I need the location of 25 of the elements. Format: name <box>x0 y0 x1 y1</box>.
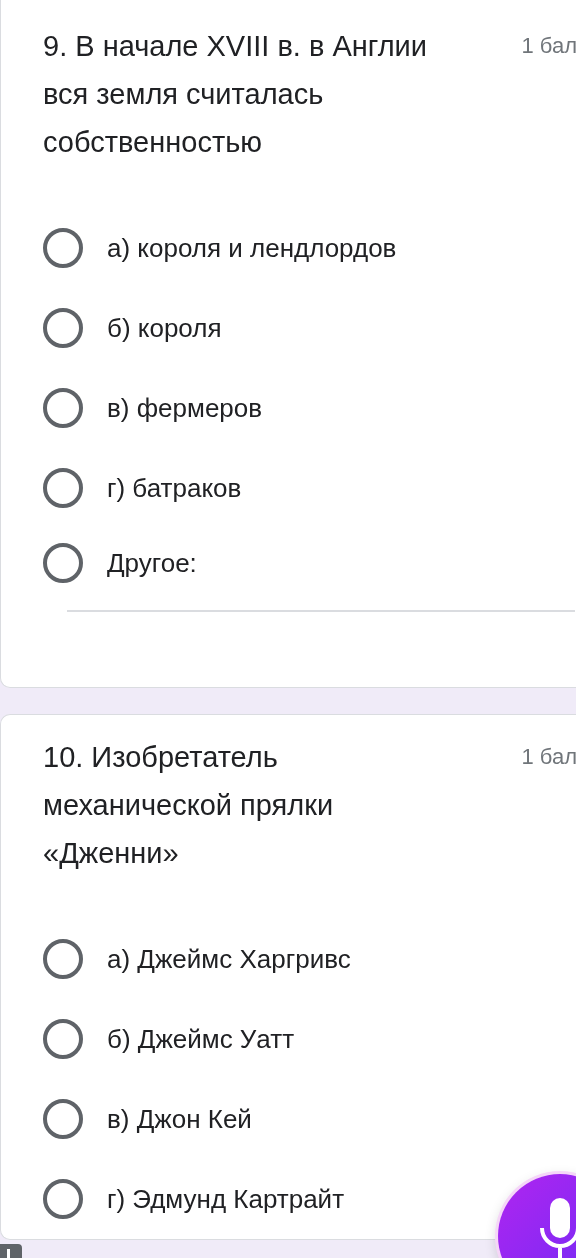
radio-button[interactable] <box>43 1019 83 1059</box>
question-title: 10. Изобретатель механической прялки «Дженни» <box>43 740 335 871</box>
radio-button[interactable] <box>43 543 83 583</box>
question-title: 9. В начале XVIII в. в Англии вся земля считалась собственностью <box>43 29 428 160</box>
radio-button[interactable] <box>43 388 83 428</box>
option-label: Другое: <box>107 546 197 580</box>
radio-button[interactable] <box>43 1179 83 1219</box>
points-label: 1 бал <box>521 32 576 60</box>
radio-button[interactable] <box>43 228 83 268</box>
option-label: г) Эдмунд Картрайт <box>107 1182 345 1216</box>
option-label: в) фермеров <box>107 391 263 425</box>
microphone-icon <box>538 1198 576 1258</box>
other-answer-field[interactable] <box>67 608 575 612</box>
option-label: г) батраков <box>107 471 242 505</box>
tab-icon <box>0 1242 24 1258</box>
option-label: а) короля и лендлордов <box>107 231 397 265</box>
option-label: б) Джеймс Уатт <box>107 1022 295 1056</box>
radio-button[interactable] <box>43 468 83 508</box>
radio-button[interactable] <box>43 308 83 348</box>
option-label: а) Джеймс Харгривс <box>107 942 351 976</box>
option-label: в) Джон Кей <box>107 1102 252 1136</box>
option-label: б) короля <box>107 311 222 345</box>
radio-button[interactable] <box>43 939 83 979</box>
radio-button[interactable] <box>43 1099 83 1139</box>
points-label: 1 бал <box>521 743 576 771</box>
